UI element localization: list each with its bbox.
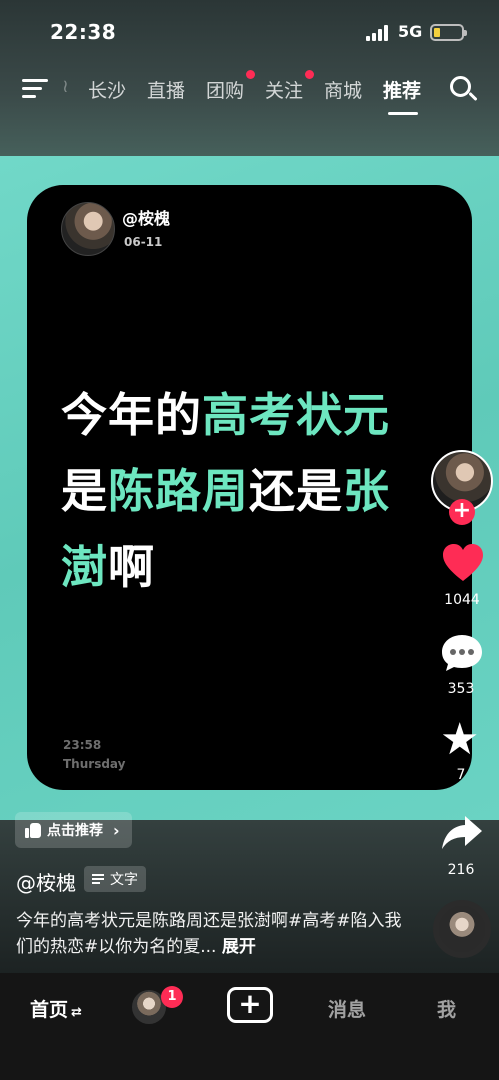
card-author-name: @桉槐 (122, 209, 171, 228)
post-author-name[interactable]: @桉槐 (16, 867, 76, 896)
card-clock: 23:58 (63, 738, 102, 752)
menu-icon[interactable] (22, 78, 50, 100)
headline-segment-highlight: 陈路周 (108, 464, 249, 518)
tab-group-buy[interactable]: 团购 (206, 76, 244, 103)
recommend-button[interactable]: 点击推荐 › (15, 812, 132, 848)
tab-mall[interactable]: 商城 (324, 76, 362, 103)
search-icon[interactable] (450, 76, 478, 104)
post-description[interactable]: 今年的高考状元是陈路周还是张澍啊#高考#陷入我们的热恋#以你为名的夏... 展开 (16, 908, 416, 960)
headline-segment: 今年的 (61, 388, 202, 442)
swap-icon: ⇄ (71, 1005, 82, 1020)
friends-badge: 1 (161, 986, 183, 1008)
post-description-text: 今年的高考状元是陈路周还是张澍啊#高考#陷入我们的热恋#以你为名的夏... (16, 911, 402, 957)
top-nav: ≀ 长沙 直播 团购 关注 商城 推荐 (0, 66, 499, 115)
comment-icon[interactable] (441, 633, 483, 673)
recommend-label: 点击推荐 (47, 823, 103, 839)
text-post-tag[interactable]: 文字 (84, 866, 146, 892)
chevron-right-icon: › (113, 820, 120, 840)
text-tag-label: 文字 (110, 872, 138, 888)
network-type: 5G (398, 22, 423, 41)
tab-following[interactable]: 关注 (265, 76, 303, 103)
battery-icon (430, 24, 467, 41)
headline-segment: 是 (61, 464, 108, 518)
signal-icon (366, 25, 388, 41)
thumbs-up-icon (25, 822, 41, 838)
nav-home-label: 首页 (30, 999, 69, 1021)
nav-scroll-fade: ≀ (62, 76, 69, 97)
like-count: 1044 (444, 592, 480, 608)
share-count: 216 (447, 862, 475, 878)
follow-plus-icon[interactable]: + (449, 499, 475, 525)
nav-me[interactable]: 我 (437, 995, 456, 1022)
tab-group-buy-dot (246, 70, 255, 79)
add-post-button[interactable]: + (227, 987, 273, 1023)
text-lines-icon (92, 873, 104, 885)
expand-link[interactable]: 展开 (222, 937, 256, 957)
favorite-count: 7 (456, 767, 466, 783)
like-heart-icon[interactable] (442, 543, 484, 583)
favorite-star-icon[interactable]: ★ (440, 718, 479, 762)
nav-messages[interactable]: 消息 (328, 995, 366, 1022)
bottom-nav: 首页 ⇄ 1 + 消息 我 (0, 973, 499, 1080)
headline-segment-highlight: 高考状元 (202, 388, 390, 442)
card-weekday: Thursday (63, 757, 126, 771)
card-author-avatar (61, 202, 115, 256)
status-time: 22:38 (50, 20, 117, 44)
status-bar: 22:38 5G (0, 0, 499, 64)
share-arrow-icon[interactable] (441, 813, 483, 853)
music-disc[interactable] (433, 900, 491, 958)
card-headline: 今年的高考状元是陈路周还是张澍啊 (61, 377, 431, 605)
headline-segment: 啊 (108, 540, 155, 594)
nav-home[interactable]: 首页 ⇄ (30, 995, 82, 1022)
active-tab-indicator (388, 112, 418, 115)
tab-live[interactable]: 直播 (147, 76, 185, 103)
video-card[interactable]: @桉槐 06-11 今年的高考状元是陈路周还是张澍啊 23:58 Thursda… (27, 185, 472, 790)
tab-following-dot (305, 70, 314, 79)
comment-count: 353 (447, 681, 475, 697)
tab-changsha[interactable]: 长沙 (88, 76, 126, 103)
card-date: 06-11 (124, 235, 163, 249)
tab-recommend[interactable]: 推荐 (383, 76, 421, 103)
headline-segment: 还是 (249, 464, 343, 518)
